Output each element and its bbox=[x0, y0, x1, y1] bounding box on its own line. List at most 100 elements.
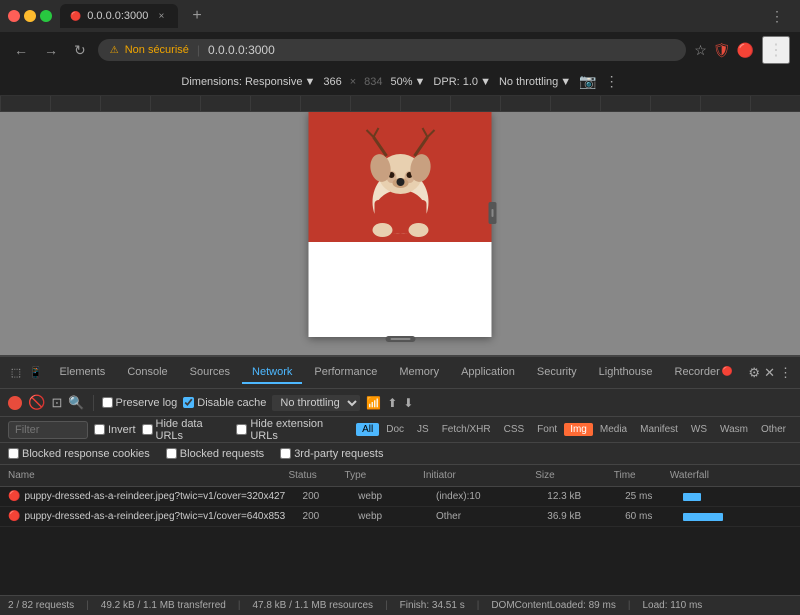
resize-handle[interactable] bbox=[489, 202, 497, 224]
blocked-requests-checkbox[interactable]: Blocked requests bbox=[166, 448, 264, 460]
blocked-response-checkbox[interactable]: Blocked response cookies bbox=[8, 448, 150, 460]
table-row[interactable]: 🔴 puppy-dressed-as-a-reindeer.jpeg?twic=… bbox=[0, 507, 800, 527]
throttle-dropdown[interactable]: No throttling▼ bbox=[499, 76, 571, 88]
blocked-response-input[interactable] bbox=[8, 448, 19, 459]
new-tab-button[interactable]: + bbox=[186, 7, 207, 25]
row-icon: 🔴 bbox=[8, 511, 20, 522]
row-name: puppy-dressed-as-a-reindeer.jpeg?twic=v1… bbox=[24, 511, 302, 522]
filter-wasm[interactable]: Wasm bbox=[714, 423, 754, 436]
invert-label: Invert bbox=[108, 424, 136, 436]
upload-icon[interactable]: ⬆ bbox=[387, 396, 397, 410]
dimensions-height: 834 bbox=[364, 76, 382, 88]
dimensions-x: × bbox=[350, 76, 356, 88]
table-row[interactable]: 🔴 puppy-dressed-as-a-reindeer.jpeg?twic=… bbox=[0, 487, 800, 507]
zoom-dropdown[interactable]: 50%▼ bbox=[391, 76, 426, 88]
tab-elements[interactable]: Elements bbox=[49, 362, 115, 384]
filter-js[interactable]: JS bbox=[411, 423, 435, 436]
header-waterfall[interactable]: Waterfall bbox=[670, 470, 782, 481]
dimensions-dropdown[interactable]: Dimensions: Responsive ▼ bbox=[181, 76, 315, 88]
hide-data-urls-input[interactable] bbox=[142, 424, 153, 435]
tab-application[interactable]: Application bbox=[451, 362, 525, 384]
row-status: 200 bbox=[303, 511, 359, 522]
clear-icon[interactable]: 🚫 bbox=[28, 394, 45, 411]
filter-ws[interactable]: WS bbox=[685, 423, 713, 436]
filter-media[interactable]: Media bbox=[594, 423, 633, 436]
hide-data-urls-checkbox[interactable]: Hide data URLs bbox=[142, 418, 231, 442]
tab-network[interactable]: Network bbox=[242, 362, 302, 384]
filter-other[interactable]: Other bbox=[755, 423, 792, 436]
preserve-log-checkbox[interactable]: Preserve log bbox=[102, 397, 178, 409]
third-party-input[interactable] bbox=[280, 448, 291, 459]
ruler bbox=[0, 96, 800, 112]
filter-font[interactable]: Font bbox=[531, 423, 563, 436]
blocked-requests-input[interactable] bbox=[166, 448, 177, 459]
tab-sources[interactable]: Sources bbox=[180, 362, 240, 384]
forward-button[interactable]: → bbox=[40, 40, 62, 60]
browser-tab[interactable]: 🔴 0.0.0.0:3000 × bbox=[60, 4, 178, 28]
dpr-dropdown[interactable]: DPR: 1.0▼ bbox=[433, 76, 491, 88]
minimize-button[interactable] bbox=[24, 10, 36, 22]
window-menu-icon[interactable]: ⋮ bbox=[762, 8, 792, 25]
tab-console[interactable]: Console bbox=[117, 362, 177, 384]
filter-input[interactable] bbox=[8, 421, 88, 439]
browser-menu-button[interactable]: ⋮ bbox=[762, 36, 790, 64]
preserve-log-input[interactable] bbox=[102, 397, 113, 408]
filter-img[interactable]: Img bbox=[564, 423, 593, 436]
close-button[interactable] bbox=[8, 10, 20, 22]
inspect-icon[interactable]: ⬚ bbox=[8, 365, 24, 381]
header-type[interactable]: Type bbox=[345, 470, 424, 481]
more-options-icon[interactable]: ⋮ bbox=[605, 73, 619, 90]
third-party-checkbox[interactable]: 3rd-party requests bbox=[280, 448, 383, 460]
header-time[interactable]: Time bbox=[614, 470, 670, 481]
filter-all[interactable]: All bbox=[356, 423, 379, 436]
reload-button[interactable]: ↻ bbox=[70, 40, 90, 61]
tab-security[interactable]: Security bbox=[527, 362, 587, 384]
back-button[interactable]: ← bbox=[10, 40, 32, 60]
search-icon[interactable]: 🔍 bbox=[68, 395, 84, 411]
tab-close-button[interactable]: × bbox=[154, 9, 168, 23]
row-waterfall bbox=[681, 513, 792, 521]
header-size[interactable]: Size bbox=[535, 470, 614, 481]
hide-data-urls-label: Hide data URLs bbox=[156, 418, 231, 442]
header-name[interactable]: Name bbox=[8, 470, 288, 481]
stop-recording-icon[interactable] bbox=[8, 396, 22, 410]
status-sep5: | bbox=[628, 600, 631, 611]
disable-cache-input[interactable] bbox=[183, 397, 194, 408]
settings-icon[interactable]: ⚙ bbox=[748, 365, 760, 381]
tab-performance[interactable]: Performance bbox=[304, 362, 387, 384]
invert-checkbox[interactable]: Invert bbox=[94, 424, 136, 436]
filter-fetch-xhr[interactable]: Fetch/XHR bbox=[436, 423, 497, 436]
header-status[interactable]: Status bbox=[288, 470, 344, 481]
row-initiator: (index):10 bbox=[436, 491, 547, 502]
status-sep1: | bbox=[86, 600, 89, 611]
hide-extension-urls-input[interactable] bbox=[236, 424, 247, 435]
filter-manifest[interactable]: Manifest bbox=[634, 423, 684, 436]
row-time: 60 ms bbox=[625, 511, 681, 522]
capture-icon[interactable]: 📷 bbox=[579, 73, 596, 90]
device-icon[interactable]: 📱 bbox=[28, 365, 44, 381]
header-initiator[interactable]: Initiator bbox=[423, 470, 535, 481]
title-bar: 🔴 0.0.0.0:3000 × + ⋮ bbox=[0, 0, 800, 32]
tab-memory[interactable]: Memory bbox=[389, 362, 449, 384]
download-icon[interactable]: ⬇ bbox=[403, 396, 413, 410]
throttle-select[interactable]: No throttling bbox=[272, 395, 360, 411]
invert-input[interactable] bbox=[94, 424, 105, 435]
bookmark-icon[interactable]: ☆ bbox=[694, 42, 707, 59]
disable-cache-checkbox[interactable]: Disable cache bbox=[183, 397, 266, 409]
filter-icon[interactable]: ⊡ bbox=[51, 395, 62, 411]
hide-extension-urls-checkbox[interactable]: Hide extension URLs bbox=[236, 418, 350, 442]
devtools-more-icon[interactable]: ⋮ bbox=[779, 365, 792, 381]
filter-bar: Invert Hide data URLs Hide extension URL… bbox=[0, 417, 800, 443]
filter-css[interactable]: CSS bbox=[498, 423, 531, 436]
dog-image-svg bbox=[309, 112, 492, 242]
devtools-close-icon[interactable]: ✕ bbox=[764, 365, 775, 381]
filter-doc[interactable]: Doc bbox=[380, 423, 410, 436]
address-field[interactable]: ⚠ Non sécurisé | 0.0.0.0:3000 bbox=[98, 39, 686, 61]
tab-title: 0.0.0.0:3000 bbox=[87, 10, 148, 22]
tab-lighthouse[interactable]: Lighthouse bbox=[589, 362, 663, 384]
maximize-button[interactable] bbox=[40, 10, 52, 22]
blocked-bar: Blocked response cookies Blocked request… bbox=[0, 443, 800, 465]
bottom-handle[interactable] bbox=[385, 336, 415, 342]
bottom-line bbox=[390, 338, 410, 340]
tab-recorder[interactable]: Recorder 🔴 bbox=[665, 362, 743, 384]
